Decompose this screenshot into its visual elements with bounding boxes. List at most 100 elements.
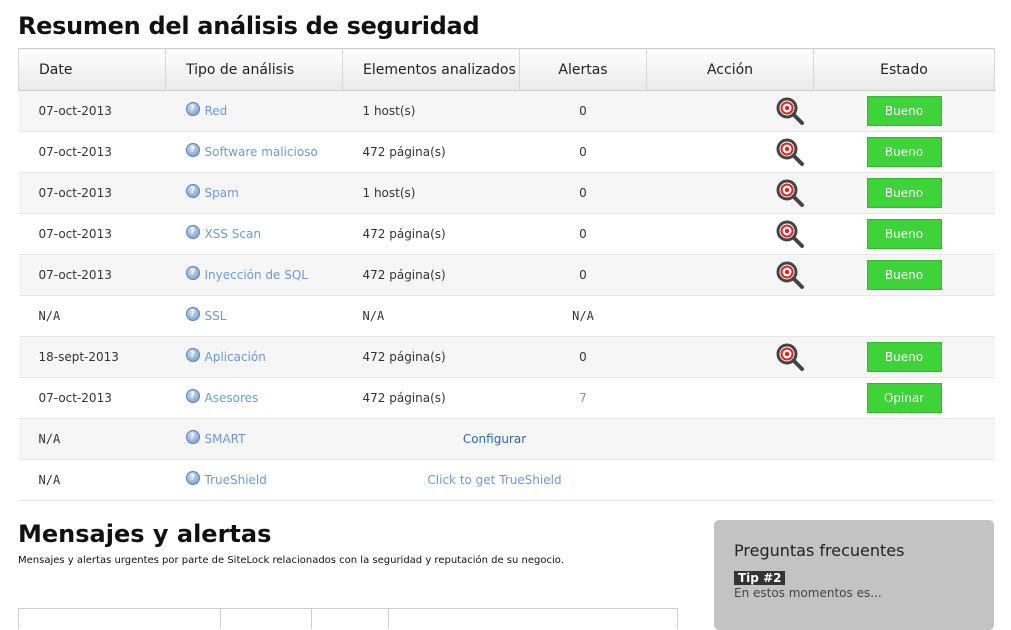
row-action-link[interactable]: Configurar (463, 432, 526, 446)
cell-date: 07-oct-2013 (18, 172, 166, 214)
table-row: 18-sept-2013? Aplicación 472 página(s) 0 Bue… (18, 336, 995, 378)
cell-status: Bueno (813, 254, 995, 296)
scan-type-link[interactable]: SMART (205, 432, 246, 446)
table-row: N/A? SSL N/A N/A (18, 295, 995, 337)
header-elements: Elementos analizados (342, 48, 520, 91)
status-button[interactable]: Bueno (866, 260, 942, 290)
scan-type-link[interactable]: Spam (205, 186, 239, 200)
table-row: N/A? TrueShield Click to get TrueShield (18, 459, 995, 501)
table-row: 07-oct-2013? Red 1 host(s) 0 Bueno (18, 90, 995, 132)
cell-link: Configurar (342, 418, 647, 460)
cell-date: 18-sept-2013 (18, 336, 166, 378)
table-row: 07-oct-2013? XSS Scan 472 página(s) 0 Bueno (18, 213, 995, 255)
help-icon[interactable]: ? (185, 348, 200, 362)
help-icon[interactable]: ? (185, 143, 200, 157)
magnifier-target-icon[interactable] (775, 137, 805, 167)
cell-type: ? Inyección de SQL (165, 254, 343, 296)
help-icon[interactable]: ? (185, 307, 200, 321)
cell-status (813, 295, 995, 337)
table-row: 07-oct-2013? Asesores 472 página(s) 7 Opinar (18, 377, 995, 419)
status-button[interactable]: Opinar (866, 383, 942, 413)
help-icon[interactable]: ? (185, 184, 200, 198)
cell-action (646, 336, 814, 378)
scan-type-link[interactable]: Asesores (205, 391, 259, 405)
cell-alerts: 0 (519, 131, 647, 173)
cell-action (646, 90, 814, 132)
cell-date: N/A (18, 295, 166, 337)
cell-alerts: N/A (519, 295, 647, 337)
messages-table (18, 608, 678, 629)
scan-type-link[interactable]: SSL (205, 309, 227, 323)
messages-title: Mensajes y alertas (18, 520, 272, 548)
tip-text[interactable]: En estos momentos es... (734, 586, 882, 600)
faq-panel: Preguntas frecuentes Tip #2 En estos mom… (714, 520, 994, 630)
cell-status: Bueno (813, 336, 995, 378)
help-icon[interactable]: ? (185, 266, 200, 280)
scan-type-link[interactable]: Red (205, 104, 228, 118)
cell-status: Opinar (813, 377, 995, 419)
help-icon[interactable]: ? (185, 102, 200, 116)
tip-badge: Tip #2 (734, 571, 786, 585)
cell-type: ? Asesores (165, 377, 343, 419)
scan-type-link[interactable]: XSS Scan (205, 227, 261, 241)
magnifier-target-icon[interactable] (775, 96, 805, 126)
cell-elements: N/A (342, 295, 520, 337)
cell-alerts: 0 (519, 213, 647, 255)
cell-type: ? Aplicación (165, 336, 343, 378)
scan-type-link[interactable]: Software malicioso (205, 145, 318, 159)
magnifier-target-icon[interactable] (775, 178, 805, 208)
messages-col (19, 609, 221, 629)
status-button[interactable]: Bueno (866, 137, 942, 167)
header-action: Acción (646, 48, 814, 91)
magnifier-target-icon[interactable] (775, 342, 805, 372)
cell-link: Click to get TrueShield (342, 459, 647, 501)
status-button[interactable]: Bueno (866, 219, 942, 249)
cell-elements: 472 página(s) (342, 377, 520, 419)
cell-status: Bueno (813, 90, 995, 132)
cell-elements: 472 página(s) (342, 336, 520, 378)
page-title: Resumen del análisis de seguridad (18, 12, 480, 40)
cell-action (646, 418, 814, 460)
cell-action (646, 172, 814, 214)
cell-action (646, 295, 814, 337)
cell-elements: 1 host(s) (342, 90, 520, 132)
cell-alerts: 0 (519, 172, 647, 214)
scan-type-link[interactable]: TrueShield (205, 473, 267, 487)
header-type: Tipo de análisis (165, 48, 343, 91)
cell-alerts: 0 (519, 254, 647, 296)
cell-action (646, 377, 814, 419)
scan-type-link[interactable]: Aplicación (205, 350, 266, 364)
table-row: 07-oct-2013? Inyección de SQL 472 página(s… (18, 254, 995, 296)
help-icon[interactable]: ? (185, 389, 200, 403)
cell-alerts: 0 (519, 336, 647, 378)
scan-type-link[interactable]: Inyección de SQL (205, 268, 308, 282)
cell-status: Bueno (813, 131, 995, 173)
cell-date: 07-oct-2013 (18, 90, 166, 132)
status-button[interactable]: Bueno (866, 342, 942, 372)
cell-status (813, 459, 995, 501)
table-row: N/A? SMART Configurar (18, 418, 995, 460)
help-icon[interactable]: ? (185, 225, 200, 239)
header-date: Date (18, 48, 166, 91)
magnifier-target-icon[interactable] (775, 219, 805, 249)
help-icon[interactable]: ? (185, 471, 200, 485)
cell-type: ? Spam (165, 172, 343, 214)
alerts-link[interactable]: 7 (579, 391, 587, 405)
table-header-row: Date Tipo de análisis Elementos analizad… (18, 48, 995, 91)
cell-date: N/A (18, 418, 166, 460)
row-action-link[interactable]: Click to get TrueShield (427, 473, 561, 487)
messages-col (312, 609, 389, 629)
cell-type: ? SSL (165, 295, 343, 337)
status-button[interactable]: Bueno (866, 96, 942, 126)
help-icon[interactable]: ? (185, 430, 200, 444)
security-summary-table: Date Tipo de análisis Elementos analizad… (18, 48, 995, 501)
header-alerts: Alertas (519, 48, 647, 91)
table-row: 07-oct-2013? Spam 1 host(s) 0 Bueno (18, 172, 995, 214)
cell-action (646, 254, 814, 296)
status-button[interactable]: Bueno (866, 178, 942, 208)
magnifier-target-icon[interactable] (775, 260, 805, 290)
messages-subtitle: Mensajes y alertas urgentes por parte de… (18, 555, 564, 566)
cell-alerts: 7 (519, 377, 647, 419)
cell-action (646, 131, 814, 173)
header-status: Estado (813, 48, 995, 91)
